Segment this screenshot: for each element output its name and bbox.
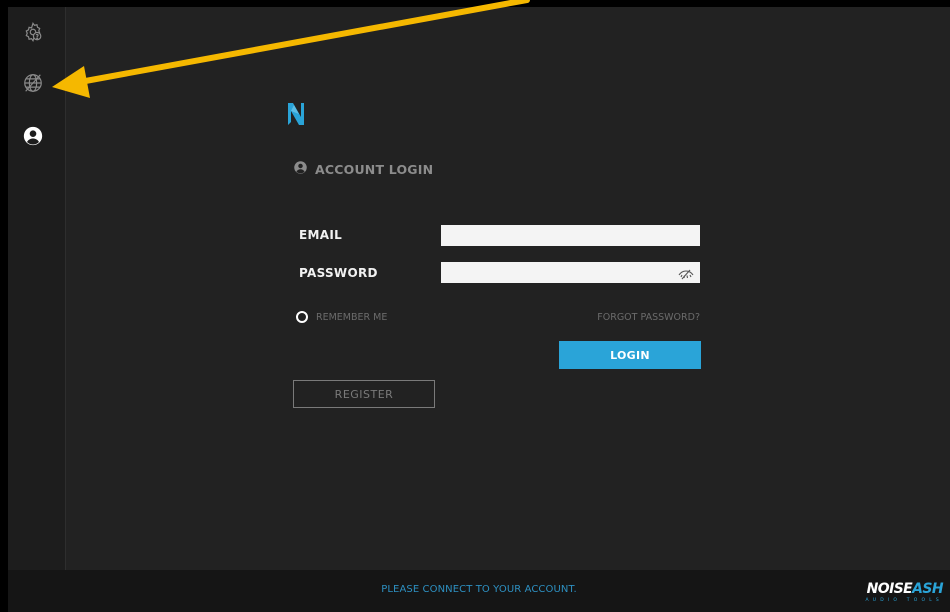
brand-subtitle: AUDIO TOOLS (865, 598, 943, 603)
password-field[interactable] (441, 262, 700, 283)
account-login-heading: ACCOUNT LOGIN (293, 160, 433, 178)
status-footer: PLEASE CONNECT TO YOUR ACCOUNT. NOISEASH… (8, 570, 950, 612)
user-account-icon[interactable] (22, 125, 52, 155)
toggle-password-visibility-icon[interactable] (677, 266, 695, 280)
noiseash-logo (286, 100, 306, 128)
noiseash-brand-logo: NOISEASH AUDIO TOOLS (853, 582, 943, 610)
user-circle-icon (293, 160, 308, 178)
remember-me-toggle[interactable]: REMEMBER ME (296, 311, 387, 323)
login-button[interactable]: LOGIN (559, 341, 701, 369)
forgot-password-link[interactable]: FORGOT PASSWORD? (597, 312, 700, 323)
email-label: EMAIL (299, 228, 343, 242)
sidebar (8, 7, 66, 570)
password-label: PASSWORD (299, 266, 378, 280)
network-globe-icon[interactable] (22, 72, 52, 102)
brand-name: NOISEASH (853, 581, 944, 597)
account-login-title: ACCOUNT LOGIN (315, 161, 434, 177)
remember-me-radio[interactable] (296, 311, 308, 323)
remember-me-label: REMEMBER ME (316, 311, 388, 323)
register-button[interactable]: REGISTER (293, 380, 435, 408)
main-panel: ACCOUNT LOGIN EMAIL PASSWORD REMEMBER ME… (66, 7, 950, 570)
connection-status-message: PLEASE CONNECT TO YOUR ACCOUNT. (381, 584, 577, 595)
brand-name-part1: NOISE (866, 581, 913, 597)
email-field[interactable] (441, 225, 700, 246)
app-window: ACCOUNT LOGIN EMAIL PASSWORD REMEMBER ME… (8, 7, 950, 612)
settings-gear-icon[interactable] (22, 21, 52, 51)
brand-name-part2: ASH (912, 581, 943, 597)
